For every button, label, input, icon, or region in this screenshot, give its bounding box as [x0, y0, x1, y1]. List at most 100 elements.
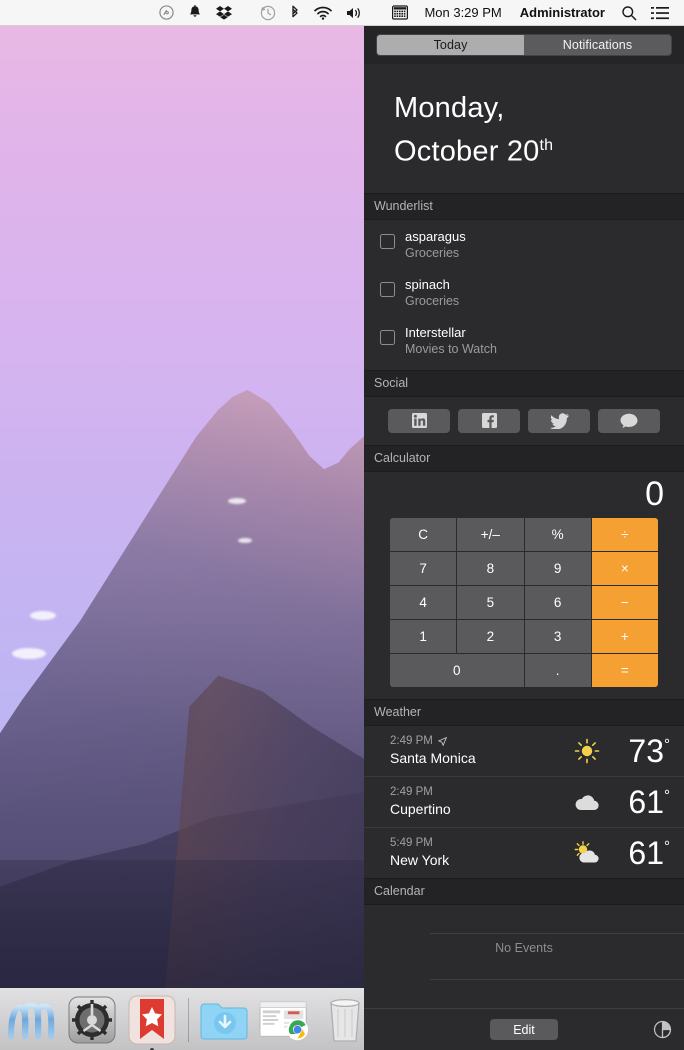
dock-item-system-preferences[interactable]	[66, 994, 118, 1046]
notification-center-icon[interactable]	[644, 0, 676, 26]
section-header-wunderlist[interactable]: Wunderlist	[364, 192, 684, 220]
bell-icon[interactable]	[181, 0, 209, 26]
calc-key-2[interactable]: 2	[457, 619, 524, 653]
weather-degree-symbol: °	[664, 837, 670, 855]
section-header-weather[interactable]: Weather	[364, 698, 684, 726]
weather-icon-partly-cloudy	[570, 840, 604, 865]
date-month-day-text: October 20	[394, 135, 540, 168]
section-header-calendar[interactable]: Calendar	[364, 877, 684, 905]
calc-key-9[interactable]: 9	[524, 551, 591, 585]
calc-key-plus[interactable]: +	[591, 619, 658, 653]
weather-time: 5:49 PM	[390, 836, 433, 849]
weather-icon-cloudy	[570, 792, 604, 812]
social-button-facebook[interactable]	[458, 408, 520, 433]
calendar-divider	[430, 978, 684, 980]
wunderlist-checkbox[interactable]	[380, 281, 395, 297]
calc-key-clear[interactable]: C	[390, 517, 457, 551]
date-month-day: October 20th	[394, 127, 684, 171]
date-weekday: Monday,	[394, 92, 505, 124]
section-body-calculator: 0 C +/– % ÷ 7 8 9 × 4 5 6 − 1 2 3 + 0 . …	[364, 471, 684, 687]
calc-key-minus[interactable]: −	[591, 585, 658, 619]
menu-user[interactable]: Administrator	[511, 5, 614, 20]
weather-temperature-wrap: 61 °	[604, 785, 670, 819]
calc-key-equals[interactable]: =	[591, 653, 658, 687]
calc-key-3[interactable]: 3	[524, 619, 591, 653]
bluetooth-icon[interactable]	[283, 0, 307, 26]
section-header-calculator[interactable]: Calculator	[364, 444, 684, 472]
calc-key-divide[interactable]: ÷	[591, 517, 658, 551]
wunderlist-item-list: Groceries	[405, 293, 460, 308]
section-body-wunderlist: asparagus Groceries spinach Groceries In…	[364, 219, 684, 370]
calc-key-0[interactable]: 0	[390, 653, 524, 687]
date-header: Monday, October 20th	[364, 64, 684, 193]
dock-item-wave-app[interactable]	[6, 994, 58, 1046]
weather-time-wrap: 2:49 PM	[390, 785, 570, 800]
dock-item-downloads-folder[interactable]	[199, 994, 251, 1046]
social-button-linkedin[interactable]	[388, 408, 450, 433]
notification-center-panel: Today Notifications Monday, October 20th…	[364, 26, 684, 1050]
weather-row[interactable]: 2:49 PM Cupertino 61 °	[364, 777, 684, 828]
social-button-message[interactable]	[598, 408, 660, 433]
weather-temperature: 61	[628, 783, 664, 820]
current-location-icon	[437, 736, 447, 746]
calc-key-4[interactable]: 4	[390, 585, 457, 619]
tab-notifications[interactable]: Notifications	[524, 35, 671, 55]
wunderlist-item[interactable]: spinach Groceries	[364, 268, 684, 316]
calc-key-6[interactable]: 6	[524, 585, 591, 619]
weather-time-wrap: 2:49 PM	[390, 734, 570, 749]
input-source-icon[interactable]	[385, 0, 415, 26]
weather-city: Santa Monica	[390, 749, 476, 766]
wunderlist-item[interactable]: Interstellar Movies to Watch	[364, 316, 684, 370]
section-body-weather: 2:49 PM Santa Monica 73 ° 2:49 PM Cupert…	[364, 725, 684, 878]
calc-key-1[interactable]: 1	[390, 619, 457, 653]
dock-separator	[188, 997, 189, 1042]
settings-icon[interactable]	[653, 1020, 672, 1044]
weather-temperature: 61	[628, 834, 664, 871]
calculator-keypad: C +/– % ÷ 7 8 9 × 4 5 6 − 1 2 3 + 0 . =	[390, 517, 658, 687]
dock-item-chrome-window-stack[interactable]	[259, 994, 311, 1046]
calc-key-8[interactable]: 8	[457, 551, 524, 585]
screen: Mon 3:29 PM Administrator Today Notifica…	[0, 0, 684, 1050]
wifi-icon[interactable]	[307, 0, 339, 26]
calc-key-7[interactable]: 7	[390, 551, 457, 585]
time-machine-icon[interactable]	[253, 0, 283, 26]
wunderlist-checkbox[interactable]	[380, 233, 395, 249]
dock-item-wunderlist[interactable]	[126, 994, 178, 1050]
shazam-icon[interactable]	[152, 0, 181, 26]
menu-bar: Mon 3:29 PM Administrator	[0, 0, 684, 26]
menu-clock[interactable]: Mon 3:29 PM	[415, 5, 510, 20]
calc-key-5[interactable]: 5	[457, 585, 524, 619]
social-button-twitter[interactable]	[528, 408, 590, 433]
volume-icon[interactable]	[339, 0, 371, 26]
wunderlist-item-title: asparagus	[405, 228, 466, 244]
weather-time: 2:49 PM	[390, 734, 433, 747]
notification-center-tabbar: Today Notifications	[364, 26, 684, 64]
weather-time: 2:49 PM	[390, 785, 433, 798]
wunderlist-item-title: spinach	[405, 276, 450, 292]
wunderlist-item[interactable]: asparagus Groceries	[364, 220, 684, 268]
dock	[0, 988, 364, 1050]
weather-row[interactable]: 5:49 PM New York 61 °	[364, 828, 684, 878]
notification-center-footer: Edit	[364, 1008, 684, 1050]
calc-key-multiply[interactable]: ×	[591, 551, 658, 585]
calc-key-decimal[interactable]: .	[524, 653, 591, 687]
dropbox-icon[interactable]	[209, 0, 239, 26]
edit-button[interactable]: Edit	[490, 1019, 558, 1040]
dock-item-trash[interactable]	[319, 994, 364, 1046]
weather-time-wrap: 5:49 PM	[390, 836, 570, 851]
search-icon[interactable]	[614, 0, 644, 26]
section-body-calendar: No Events	[364, 904, 684, 993]
wunderlist-checkbox[interactable]	[380, 329, 395, 345]
calc-key-percent[interactable]: %	[524, 517, 591, 551]
date-ordinal-suffix: th	[539, 137, 554, 154]
weather-temperature-wrap: 61 °	[604, 836, 670, 870]
wunderlist-item-title: Interstellar	[405, 324, 466, 340]
wunderlist-item-list: Groceries	[405, 245, 460, 260]
weather-degree-symbol: °	[664, 735, 670, 753]
wallpaper-snow-patch	[228, 498, 246, 504]
section-header-social[interactable]: Social	[364, 369, 684, 397]
weather-row[interactable]: 2:49 PM Santa Monica 73 °	[364, 726, 684, 777]
notification-center-scroll[interactable]: Monday, October 20th Wunderlist asparagu…	[364, 64, 684, 1050]
calc-key-sign[interactable]: +/–	[457, 517, 524, 551]
tab-today[interactable]: Today	[377, 35, 524, 55]
